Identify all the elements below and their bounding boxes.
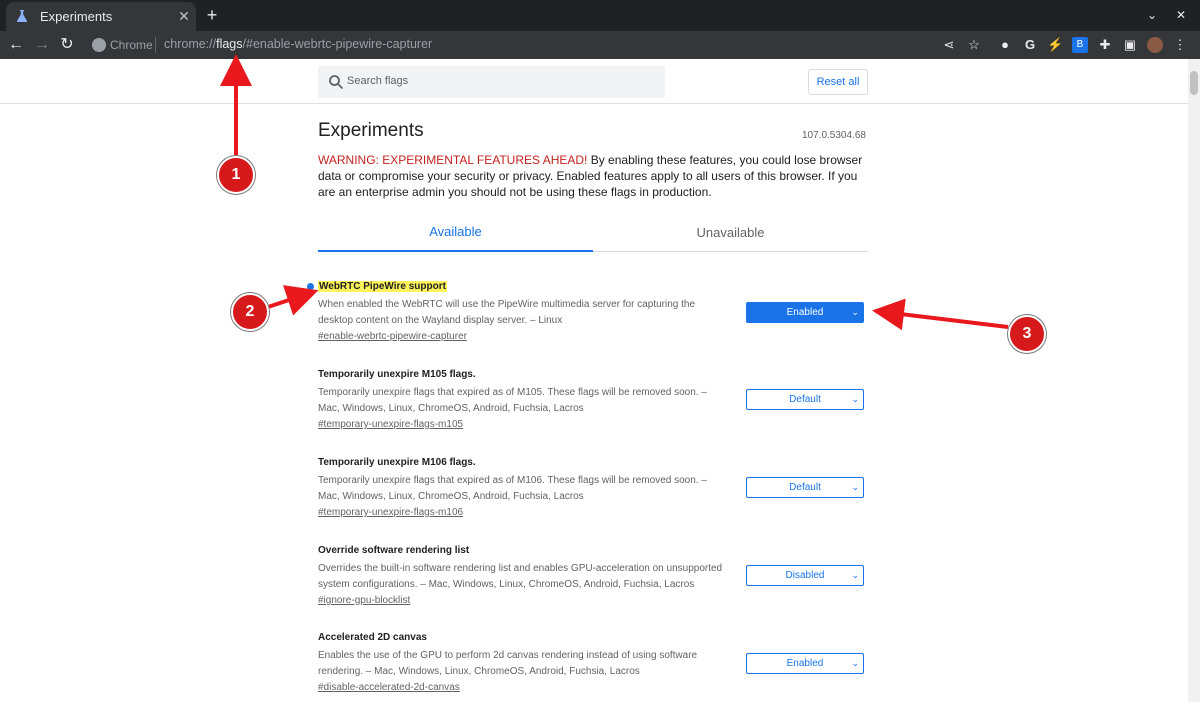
warning-prefix: WARNING: EXPERIMENTAL FEATURES AHEAD! [318, 153, 588, 167]
feather-icon[interactable]: ⚡ [1047, 37, 1063, 53]
url-rest: /#enable-webrtc-pipewire-capturer [242, 37, 433, 51]
annotation-badge-1: 1 [217, 156, 255, 194]
flag-state-value: Default [789, 394, 821, 405]
tab-available[interactable]: Available [318, 219, 593, 252]
page-header: Search flags Reset all [0, 59, 1188, 104]
forward-icon[interactable]: → [32, 35, 52, 55]
scrollbar-thumb[interactable] [1190, 71, 1198, 95]
extension-shield-icon[interactable]: ● [997, 37, 1013, 53]
flag-description: Temporarily unexpire flags that expired … [318, 387, 707, 414]
annotation-badge-3: 3 [1008, 315, 1046, 353]
chevron-down-icon: ⌄ [851, 394, 859, 404]
bitwarden-icon[interactable]: B [1072, 37, 1088, 53]
flag-state-select[interactable]: Default ⌄ [746, 389, 864, 410]
tab-bar: Available Unavailable [318, 219, 868, 252]
page-title: Experiments [318, 120, 424, 141]
url-text[interactable]: chrome://flags/#enable-webrtc-pipewire-c… [164, 37, 432, 51]
flag-permalink[interactable]: #temporary-unexpire-flags-m106 [318, 507, 463, 518]
back-icon[interactable]: ← [6, 35, 26, 55]
version-text: 107.0.5304.68 [802, 130, 866, 141]
site-label: Chrome [110, 38, 153, 52]
flag-permalink[interactable]: #enable-webrtc-pipewire-capturer [318, 331, 467, 342]
flag-permalink[interactable]: #disable-accelerated-2d-canvas [318, 682, 460, 693]
warning-text: WARNING: EXPERIMENTAL FEATURES AHEAD! By… [318, 152, 868, 200]
toolbar: ← → ↻ Chrome chrome://flags/#enable-webr… [0, 31, 1200, 59]
flag-name: Temporarily unexpire M105 flags. [318, 369, 476, 380]
flag-description: Enables the use of the GPU to perform 2d… [318, 650, 698, 677]
star-icon[interactable]: ☆ [966, 37, 982, 53]
flag-state-select[interactable]: Enabled ⌄ [746, 653, 864, 674]
chrome-icon [92, 38, 106, 52]
flag-item-ignore-gpu-blocklist: Override software rendering list Overrid… [318, 545, 868, 625]
modified-dot-icon [307, 283, 314, 290]
chevron-down-icon: ⌄ [851, 307, 859, 317]
new-tab-button[interactable]: + [203, 6, 221, 24]
flag-state-select[interactable]: Enabled ⌄ [746, 302, 864, 323]
close-icon[interactable]: ✕ [176, 8, 192, 24]
flag-state-select[interactable]: Default ⌄ [746, 477, 864, 498]
flag-state-value: Enabled [786, 658, 824, 669]
flag-description: Overrides the built-in software renderin… [318, 563, 723, 590]
address-bar[interactable]: Chrome chrome://flags/#enable-webrtc-pip… [84, 33, 1184, 57]
url-prefix: chrome:// [164, 37, 217, 51]
url-host: flags [216, 37, 243, 51]
flags-page: Search flags Reset all Experiments 107.0… [0, 59, 1188, 702]
sidepanel-icon[interactable]: ▣ [1122, 37, 1138, 53]
browser-tab[interactable]: Experiments ✕ [6, 2, 196, 31]
flag-permalink[interactable]: #ignore-gpu-blocklist [318, 595, 410, 606]
tab-search-icon[interactable]: ⌄ [1143, 6, 1161, 24]
puzzle-icon[interactable]: ✚ [1097, 37, 1113, 53]
flag-permalink[interactable]: #temporary-unexpire-flags-m105 [318, 419, 463, 430]
flag-name: WebRTC PipeWire support [318, 281, 447, 292]
flag-description: Temporarily unexpire flags that expired … [318, 475, 707, 502]
search-input[interactable]: Search flags [318, 66, 665, 98]
chevron-down-icon: ⌄ [851, 658, 859, 668]
scrollbar[interactable] [1188, 59, 1200, 702]
chevron-down-icon: ⌄ [851, 482, 859, 492]
tab-unavailable[interactable]: Unavailable [593, 219, 868, 252]
chevron-down-icon: ⌄ [851, 570, 859, 580]
flag-item-webrtc-pipewire: WebRTC PipeWire support When enabled the… [307, 281, 868, 361]
flask-icon [16, 10, 28, 22]
annotation-badge-2: 2 [231, 293, 269, 331]
flag-item-accelerated-2d-canvas: Accelerated 2D canvas Enables the use of… [318, 632, 868, 712]
flag-name: Accelerated 2D canvas [318, 632, 427, 643]
flag-state-select[interactable]: Disabled ⌄ [746, 565, 864, 586]
flag-description: When enabled the WebRTC will use the Pip… [318, 299, 696, 326]
search-icon [329, 75, 344, 90]
window-close-icon[interactable]: ✕ [1172, 6, 1190, 24]
flag-item-unexpire-m106: Temporarily unexpire M106 flags. Tempora… [318, 457, 868, 537]
reset-all-button[interactable]: Reset all [808, 69, 868, 95]
flag-state-value: Disabled [785, 570, 825, 581]
menu-icon[interactable]: ⋮ [1172, 37, 1188, 53]
flag-item-unexpire-m105: Temporarily unexpire M105 flags. Tempora… [318, 369, 868, 449]
flag-name: Temporarily unexpire M106 flags. [318, 457, 476, 468]
share-icon[interactable]: ⋖ [941, 37, 957, 53]
reload-icon[interactable]: ↻ [57, 35, 77, 55]
flag-state-value: Enabled [786, 307, 824, 318]
search-placeholder: Search flags [347, 75, 409, 87]
flag-name: Override software rendering list [318, 545, 470, 556]
avatar[interactable] [1147, 37, 1163, 53]
flag-state-value: Default [789, 482, 821, 493]
google-icon[interactable]: G [1022, 37, 1038, 53]
divider [155, 37, 156, 53]
tab-title: Experiments [40, 9, 113, 24]
tab-strip: Experiments ✕ + ⌄ ✕ [0, 0, 1200, 31]
